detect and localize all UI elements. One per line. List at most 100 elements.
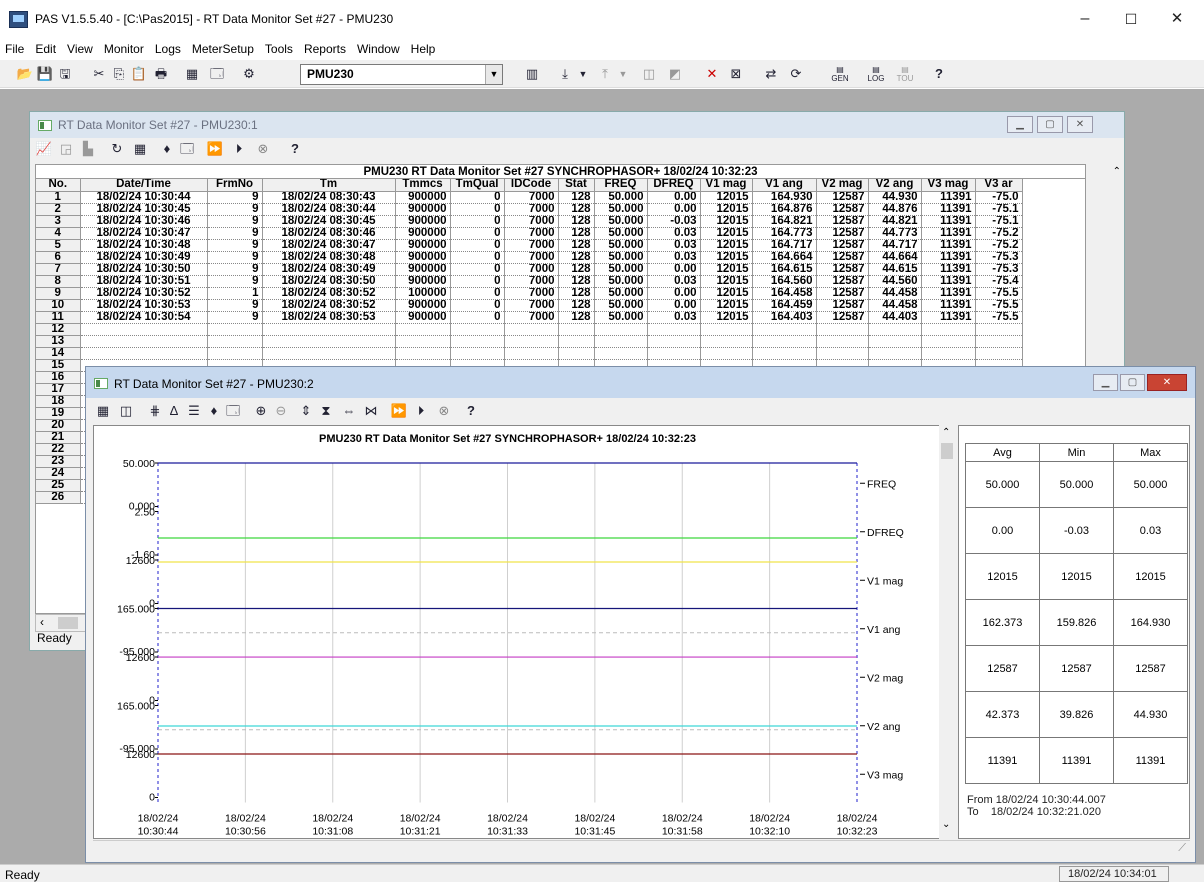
tou-icon[interactable]: ▤ TOU	[896, 65, 914, 83]
column-header[interactable]: V1 mag	[700, 179, 753, 192]
close-button[interactable]: ✕	[1067, 116, 1093, 133]
save-all-icon[interactable]: 🖫	[56, 65, 74, 83]
table-row[interactable]: 10 18/02/24 10:30:53 9 18/02/24 08:30:52 900…	[36, 299, 1023, 312]
chart-horizontal-scrollbar[interactable]: ⟋	[93, 840, 1190, 857]
column-header[interactable]: FREQ	[594, 179, 648, 192]
paste-icon[interactable]: 📋	[130, 65, 148, 83]
zoom-in-icon[interactable]: ⊕	[252, 402, 270, 420]
trend-icon[interactable]: ◲	[57, 140, 75, 158]
bar-chart-icon[interactable]: ▙	[79, 140, 97, 158]
copy-icon[interactable]: ⎘	[110, 65, 128, 83]
table-icon[interactable]: ▦	[94, 402, 112, 420]
stop-icon[interactable]: ⊗	[435, 402, 453, 420]
gen-icon[interactable]: ▤ GEN	[831, 65, 849, 83]
column-header[interactable]: FrmNo	[207, 179, 263, 192]
chart-canvas[interactable]: PMU230 RT Data Monitor Set #27 SYNCHROPH…	[94, 426, 940, 838]
table-row[interactable]: 11 18/02/24 10:30:54 9 18/02/24 08:30:53 900…	[36, 311, 1023, 324]
measure-icon[interactable]: ♦	[158, 140, 176, 158]
horizontal-shrink-icon[interactable]: ⋈	[362, 402, 380, 420]
chart-icon[interactable]: ◫	[640, 65, 658, 83]
table-row[interactable]: 1 18/02/24 10:30:44 9 18/02/24 08:30:43 9000…	[36, 191, 1023, 204]
properties-icon[interactable]: 🗔	[208, 65, 226, 83]
menu-help[interactable]: Help	[411, 42, 436, 56]
close-button[interactable]: ✕	[1154, 6, 1200, 32]
chart-panel[interactable]: PMU230 RT Data Monitor Set #27 SYNCHROPH…	[93, 425, 955, 839]
table-view-icon[interactable]: ▥	[523, 65, 541, 83]
save-icon[interactable]: 💾	[36, 65, 54, 83]
table-row[interactable]: 7 18/02/24 10:30:50 9 18/02/24 08:30:49 9000…	[36, 263, 1023, 276]
table-row[interactable]: 2 18/02/24 10:30:45 9 18/02/24 08:30:44 9000…	[36, 203, 1023, 216]
vertical-zoom-icon[interactable]: ⇕	[297, 402, 315, 420]
cut-icon[interactable]: ✂	[90, 65, 108, 83]
download-icon[interactable]: ⤓	[556, 65, 574, 83]
chevron-down-icon[interactable]: ▼	[574, 65, 592, 83]
stop-icon[interactable]: ⊗	[254, 140, 272, 158]
device-select[interactable]: PMU230 ▼	[300, 64, 503, 85]
scroll-left-icon[interactable]: ‹	[40, 615, 44, 629]
zoom-out-icon[interactable]: ⊖	[272, 402, 290, 420]
help-icon[interactable]: ?	[930, 65, 948, 83]
print-icon[interactable]: 🖶	[152, 65, 170, 83]
delta-icon[interactable]: Δ	[165, 402, 183, 420]
table-row[interactable]: 8 18/02/24 10:30:51 9 18/02/24 08:30:50 9000…	[36, 275, 1023, 288]
scroll-thumb[interactable]	[941, 443, 953, 459]
measure-icon[interactable]: ♦	[205, 402, 223, 420]
table-row[interactable]: 6 18/02/24 10:30:49 9 18/02/24 08:30:48 9000…	[36, 251, 1023, 264]
menu-metersetup[interactable]: MeterSetup	[192, 42, 254, 56]
vertical-shrink-icon[interactable]: ⧗	[317, 402, 335, 420]
meter-icon[interactable]: ▦	[183, 65, 201, 83]
column-header[interactable]: No.	[36, 179, 81, 192]
minimize-button[interactable]: –	[1062, 6, 1108, 32]
properties-icon[interactable]: 🗔	[224, 402, 242, 420]
layout-icon[interactable]: ◫	[117, 402, 135, 420]
log-icon[interactable]: ▤ LOG	[867, 65, 885, 83]
help-icon[interactable]: ?	[286, 140, 304, 158]
table-row[interactable]: 13	[36, 335, 1023, 348]
menu-window[interactable]: Window	[357, 42, 400, 56]
help-icon[interactable]: ?	[462, 402, 480, 420]
upload-icon[interactable]: ⤒	[596, 65, 614, 83]
menu-tools[interactable]: Tools	[265, 42, 293, 56]
chevron-down-icon[interactable]: ▼	[614, 65, 632, 83]
maximize-button[interactable]: ▢	[1120, 374, 1145, 391]
menu-edit[interactable]: Edit	[35, 42, 56, 56]
column-header[interactable]: V3 mag	[921, 179, 976, 192]
scroll-down-icon[interactable]: ⌄	[942, 819, 950, 830]
column-header[interactable]: V2 mag	[816, 179, 869, 192]
play-icon[interactable]: ⏵	[412, 402, 430, 420]
play-icon[interactable]: ⏵	[230, 140, 248, 158]
column-header[interactable]: TmQual	[450, 179, 505, 192]
window1-titlebar[interactable]: RT Data Monitor Set #27 - PMU230:1 ▁ ▢ ✕	[30, 112, 1124, 138]
waveform-icon[interactable]: ◩	[666, 65, 684, 83]
column-header[interactable]: DFREQ	[647, 179, 701, 192]
marker-icon[interactable]: ⋕	[146, 402, 164, 420]
fast-forward-icon[interactable]: ⏩	[390, 402, 408, 420]
transfer-icon[interactable]: ⇄	[762, 65, 780, 83]
maximize-button[interactable]: ☐	[1108, 6, 1154, 32]
table-row[interactable]: 4 18/02/24 10:30:47 9 18/02/24 08:30:46 9000…	[36, 227, 1023, 240]
window2-titlebar[interactable]: RT Data Monitor Set #27 - PMU230:2 ▁ ▢ ✕	[86, 367, 1195, 398]
menu-file[interactable]: File	[5, 42, 24, 56]
delete-icon[interactable]: ✕	[703, 65, 721, 83]
properties-icon[interactable]: 🗔	[178, 140, 196, 158]
close-button[interactable]: ✕	[1147, 374, 1187, 391]
fast-forward-icon[interactable]: ⏩	[206, 140, 224, 158]
chevron-down-icon[interactable]: ▼	[485, 65, 502, 84]
menu-logs[interactable]: Logs	[155, 42, 181, 56]
resize-grip-icon[interactable]: ⟋	[1178, 842, 1186, 855]
chart-icon[interactable]: 📈	[35, 140, 53, 158]
scroll-up-icon[interactable]: ⌃	[1113, 166, 1121, 177]
column-header[interactable]: Tm	[262, 179, 396, 192]
refresh-icon[interactable]: ⟳	[787, 65, 805, 83]
minimize-button[interactable]: ▁	[1093, 374, 1118, 391]
column-header[interactable]: V3 ar	[975, 179, 1023, 192]
column-header[interactable]: Stat	[558, 179, 595, 192]
grid-icon[interactable]: ▦	[131, 140, 149, 158]
column-header[interactable]: Tmmcs	[395, 179, 451, 192]
rotate-icon[interactable]: ↻	[108, 140, 126, 158]
column-header[interactable]: V2 ang	[868, 179, 922, 192]
column-header[interactable]: Date/Time	[80, 179, 208, 192]
table-row[interactable]: 9 18/02/24 10:30:52 1 18/02/24 08:30:52 1000…	[36, 287, 1023, 300]
menu-view[interactable]: View	[67, 42, 93, 56]
reset-icon[interactable]: ⊠	[727, 65, 745, 83]
